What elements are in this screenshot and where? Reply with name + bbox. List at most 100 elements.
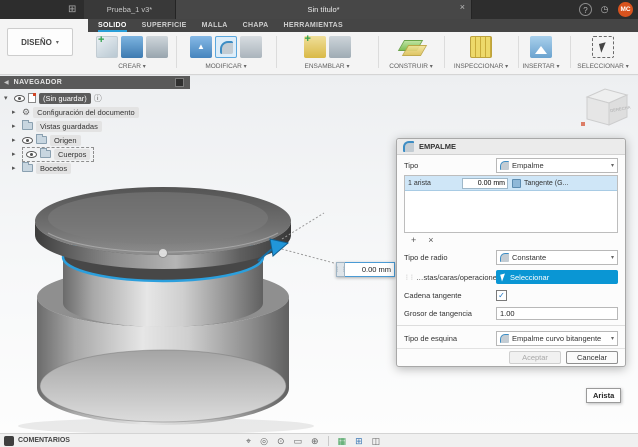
tree-item-label[interactable]: Origen [50,135,81,146]
group-separator [444,36,445,68]
tangent-chain-control: ✓ [496,290,618,301]
group-menu-seleccionar[interactable]: SELECCIONAR ▾ [572,63,634,70]
radius-type-dropdown[interactable]: Constante ▾ [496,250,618,265]
edge-row-selected[interactable]: 1 arista Tangente (G... [405,176,617,191]
measure-icon[interactable] [470,36,492,58]
folder-icon [40,150,51,158]
tree-item-vistas[interactable]: ▸ Vistas guardadas [12,119,102,133]
visibility-eye-icon[interactable] [26,151,37,158]
3d-model[interactable] [8,185,398,435]
chevron-down-icon: ▾ [626,64,629,70]
tree-item-label[interactable]: Bocetos [36,163,71,174]
look-at-icon[interactable]: ⊙ [277,434,285,447]
expand-arrow-icon[interactable]: ▸ [12,108,19,116]
construction-plane-icon[interactable] [400,36,422,58]
insert-canvas-icon[interactable] [530,36,552,58]
toolbar-group-seleccionar: SELECCIONAR ▾ [572,33,634,75]
group-menu-inspeccionar[interactable]: INSPECCIONAR ▾ [446,63,516,70]
collapse-panel-icon[interactable]: ◀ [4,79,9,86]
seleccionar-button[interactable]: Seleccionar [496,270,618,284]
fusion-window: ⊞ Prueba_1 v3* Sin título* × ? ◷ MC SOLI… [0,0,638,447]
continuity-dropdown[interactable]: Tangente (G... [512,179,614,188]
group-menu-ensamblar[interactable]: ENSAMBLAR ▾ [280,63,374,70]
avatar[interactable]: MC [618,2,633,17]
tree-item-cuerpos[interactable]: ▸ Cuerpos [12,147,94,161]
seleccionar-button-label: Seleccionar [510,273,549,282]
visibility-eye-icon[interactable] [14,95,25,102]
display-settings-icon[interactable]: ▦ [338,434,347,447]
document-tab[interactable]: Prueba_1 v3* [84,0,176,19]
tangent-chain-checkbox[interactable]: ✓ [496,290,507,301]
close-tab-icon[interactable]: × [460,2,465,12]
tree-item-root[interactable]: ▾ (Sin guardar) ⓘ [4,91,102,105]
group-menu-modificar[interactable]: MODIFICAR ▾ [180,63,272,70]
corner-type-dropdown[interactable]: Empalme curvo bitangente ▾ [496,331,618,346]
tab-malla[interactable]: MALLA [202,19,228,32]
new-component-icon[interactable]: + [304,36,326,58]
tab-herramientas[interactable]: HERRAMIENTAS [284,19,343,32]
press-pull-icon[interactable]: ▲ [190,36,212,58]
tree-item-bocetos[interactable]: ▸ Bocetos [12,161,71,175]
expand-arrow-icon[interactable]: ▸ [12,136,19,144]
expand-arrow-icon[interactable]: ▸ [12,164,19,172]
row-tipo: Tipo Empalme ▾ [397,155,625,175]
cancelar-button[interactable]: Cancelar [566,351,618,364]
panel-options-icon[interactable] [175,78,184,87]
tree-item-configuracion[interactable]: ▸ ⚙ Configuración del documento [12,105,139,119]
tree-item-label[interactable]: (Sin guardar) [39,93,91,104]
expand-arrow-icon[interactable]: ▾ [4,94,11,102]
extrude-icon[interactable] [121,36,143,58]
joint-icon[interactable] [329,36,351,58]
orbit-icon[interactable]: ◎ [260,434,268,447]
expand-arrow-icon[interactable]: ▸ [12,122,19,130]
navigator-panel-header[interactable]: ◀ NAVEGADOR [0,76,190,89]
drum-bottom-face [40,350,286,422]
fillet-shape [220,41,233,54]
info-icon[interactable]: ⓘ [94,93,102,104]
group-separator [276,36,277,68]
aceptar-button[interactable]: Aceptar [509,351,561,364]
dialog-header[interactable]: EMPALME [397,139,625,155]
tangency-weight-input[interactable] [496,307,618,320]
group-menu-insertar[interactable]: INSERTAR ▾ [514,63,568,70]
add-selection-button[interactable]: + [411,235,416,245]
dialog-footer: Aceptar Cancelar [397,348,625,366]
new-solid-icon[interactable]: + [96,36,118,58]
document-tab-active[interactable]: Sin título* × [176,0,472,19]
edge-radius-input[interactable] [462,178,508,189]
tree-item-origen[interactable]: ▸ Origen [12,133,81,147]
zoom-icon[interactable]: ⊕ [311,434,319,447]
remove-selection-button[interactable]: × [428,235,433,245]
comments-label[interactable]: COMENTARIOS [18,434,70,447]
tipo-dropdown[interactable]: Empalme ▾ [496,158,618,173]
viewcube[interactable]: DERECHA [578,84,632,132]
visibility-eye-icon[interactable] [22,137,33,144]
drag-grip-icon[interactable]: ⋮⋮ [336,262,345,277]
shell-icon[interactable] [240,36,262,58]
grid-display-icon[interactable]: ⊞ [355,434,363,447]
tree-item-label[interactable]: Vistas guardadas [36,121,102,132]
expand-arrow-icon[interactable]: ▸ [12,150,19,158]
revolve-icon[interactable] [146,36,168,58]
tab-solido[interactable]: SOLIDO [98,19,127,32]
group-menu-construir[interactable]: CONSTRUIR ▾ [380,63,442,70]
job-status-icon[interactable]: ◷ [598,3,611,16]
zoom-window-icon[interactable]: ▭ [293,434,302,447]
tree-item-label[interactable]: Configuración del documento [33,107,139,118]
viewports-icon[interactable]: ◫ [372,434,381,447]
group-menu-crear[interactable]: CREAR ▾ [90,63,174,70]
select-icon[interactable] [592,36,614,58]
tree-item-label[interactable]: Cuerpos [54,149,90,160]
corner-type-label: Tipo de esquina [404,334,496,343]
help-icon[interactable]: ? [579,3,592,16]
tab-superficie[interactable]: SUPERFICIE [142,19,187,32]
dimension-input[interactable] [345,262,395,277]
tipo-value: Empalme [512,161,608,170]
pan-icon[interactable]: ⌖ [246,434,251,447]
toolbar-group-construir: CONSTRUIR ▾ [380,33,442,75]
tab-chapa[interactable]: CHAPA [243,19,269,32]
comments-panel-icon[interactable] [4,436,14,446]
app-grid-icon[interactable]: ⊞ [68,3,76,16]
design-menu-button[interactable]: DISEÑO ▾ [7,28,73,56]
fillet-icon[interactable] [215,36,237,58]
